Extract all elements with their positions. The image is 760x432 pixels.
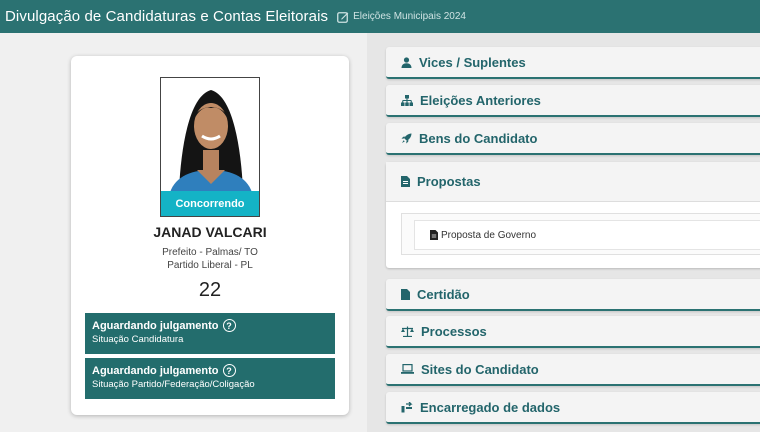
proposal-list: Proposta de Governo — [401, 213, 760, 255]
panel-encarregado[interactable]: Encarregado de dados — [386, 392, 760, 424]
page-title: Divulgação de Candidaturas e Contas Elei… — [5, 8, 329, 25]
file-icon — [401, 176, 410, 187]
panel-bens[interactable]: Bens do Candidato — [386, 123, 760, 155]
status-subtitle: Situação Partido/Federação/Coligação — [92, 379, 255, 390]
edit-icon — [337, 11, 349, 23]
status-candidatura: Aguardando julgamento ? Situação Candida… — [85, 313, 335, 354]
election-selector[interactable]: Eleições Municipais 2024 — [337, 11, 466, 23]
proposal-link[interactable]: Proposta de Governo — [441, 230, 536, 241]
status-partido: Aguardando julgamento ? Situação Partido… — [85, 358, 335, 399]
panel-sites[interactable]: Sites do Candidato — [386, 354, 760, 386]
candidate-role: Prefeito - Palmas/ TO — [162, 247, 258, 258]
candidate-party: Partido Liberal - PL — [167, 260, 253, 271]
balance-scale-icon — [401, 326, 414, 337]
panel-label[interactable]: Bens do Candidato — [419, 131, 537, 146]
panel-propostas-header[interactable]: Propostas — [386, 162, 760, 202]
election-label[interactable]: Eleições Municipais 2024 — [353, 11, 466, 22]
sitemap-icon — [401, 94, 413, 106]
candidate-photo: Concorrendo — [160, 77, 260, 217]
panel-label[interactable]: Vices / Suplentes — [419, 55, 526, 70]
file-icon — [401, 288, 410, 300]
panel-propostas: Propostas Proposta de Governo — [386, 162, 760, 268]
user-icon — [401, 56, 412, 68]
file-icon — [430, 230, 438, 240]
panel-processos[interactable]: Processos — [386, 316, 760, 348]
panel-label[interactable]: Propostas — [417, 174, 481, 189]
panel-label[interactable]: Eleições Anteriores — [420, 93, 541, 108]
panel-vices[interactable]: Vices / Suplentes — [386, 47, 760, 79]
status-title: Aguardando julgamento — [92, 364, 219, 377]
proposal-item[interactable]: Proposta de Governo — [414, 220, 760, 250]
status-badge: Concorrendo — [161, 191, 259, 216]
candidate-number: 22 — [198, 279, 222, 301]
panel-label[interactable]: Certidão — [417, 287, 470, 302]
status-subtitle: Situação Candidatura — [92, 334, 184, 345]
panel-eleicoes[interactable]: Eleições Anteriores — [386, 85, 760, 117]
status-title: Aguardando julgamento — [92, 319, 219, 332]
laptop-icon — [401, 364, 414, 374]
panel-certidao[interactable]: Certidão — [386, 279, 760, 311]
question-icon[interactable]: ? — [222, 319, 236, 332]
panel-label[interactable]: Sites do Candidato — [421, 362, 539, 377]
panel-label[interactable]: Processos — [421, 324, 487, 339]
rocket-icon — [401, 133, 412, 143]
candidate-name: JANAD VALCARI — [153, 224, 267, 240]
panel-label[interactable]: Encarregado de dados — [420, 400, 560, 415]
question-icon[interactable]: ? — [222, 364, 236, 377]
arrow-icon — [401, 401, 413, 412]
top-header: Divulgação de Candidaturas e Contas Elei… — [0, 0, 760, 33]
